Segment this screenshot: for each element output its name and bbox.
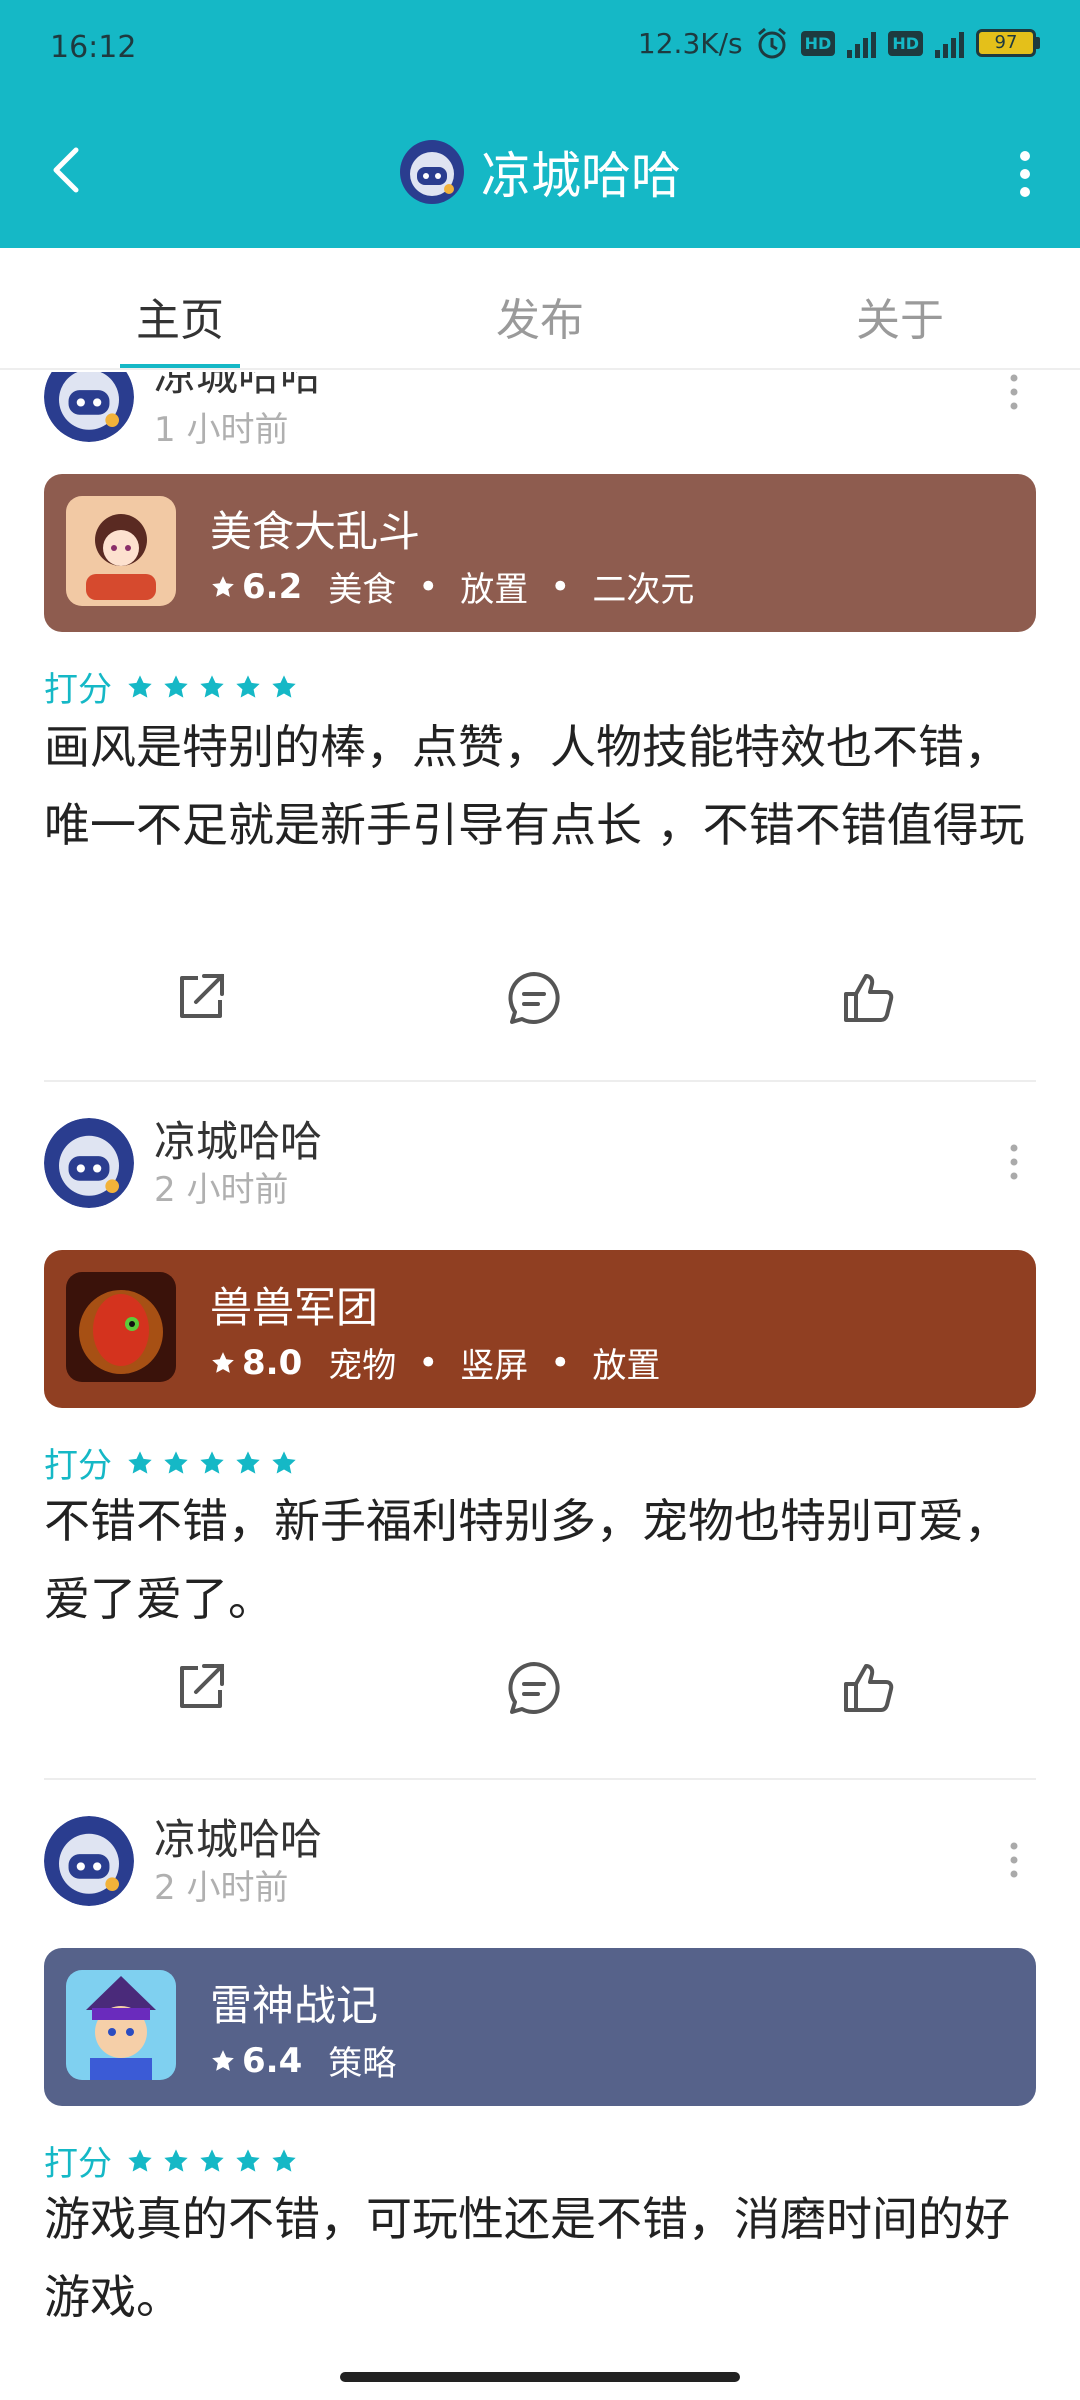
alarm-icon: [757, 27, 786, 59]
post-item: 凉城哈哈 2 小时前 雷神战记 6.4 策略 打分 游戏真的不错，可玩性还是不错…: [44, 1780, 1036, 2340]
net-speed: 12.3K/s: [637, 26, 743, 60]
game-score: 8.0: [242, 1342, 303, 1383]
game-icon: [66, 1272, 176, 1382]
like-icon[interactable]: [838, 968, 898, 1028]
game-score: 6.4: [242, 2040, 303, 2081]
tab-bar: 主页 发布 关于: [0, 248, 1080, 370]
comment-text: 游戏真的不错，可玩性还是不错，消磨时间的好游戏。: [44, 2192, 1010, 2324]
comment-text: 不错不错，新手福利特别多，宠物也特别可爱，爱了爱了。: [44, 1494, 1010, 1626]
hd-badge: HD: [800, 30, 836, 56]
share-icon[interactable]: [170, 968, 230, 1028]
rating-stars: [126, 673, 298, 701]
score-star-icon: [212, 575, 234, 597]
rating-stars: [126, 2147, 298, 2175]
post-item: 凉城哈哈 2 小时前 兽兽军团 8.0 宠物 • 竖屏 • 放置 打分 不错不错…: [44, 1082, 1036, 1782]
star-icon: [272, 2148, 296, 2172]
feed-list: 凉城哈哈 1 小时前 美食大乱斗 6.2 美食 • 放置 • 二次元 打分 画风…: [0, 372, 1080, 2342]
tab-about[interactable]: 关于: [720, 248, 1080, 368]
game-tag: 策略: [328, 2044, 397, 2084]
status-time: 16:12: [50, 30, 137, 65]
more-options-icon[interactable]: [1010, 144, 1040, 204]
star-icon: [200, 2148, 224, 2172]
game-icon: [66, 496, 176, 606]
score-star-icon: [212, 1351, 234, 1373]
star-icon: [200, 1450, 224, 1474]
app-bar: 凉城哈哈: [0, 100, 1080, 248]
home-indicator[interactable]: [340, 2372, 740, 2382]
score-star-icon: [212, 2049, 234, 2071]
user-name[interactable]: 凉城哈哈: [154, 372, 322, 403]
game-tag: 放置: [592, 1346, 661, 1386]
comment-icon[interactable]: [504, 1658, 564, 1718]
game-tag: 放置: [460, 570, 529, 610]
star-icon: [200, 674, 224, 698]
star-icon: [272, 1450, 296, 1474]
signal-icon: [847, 28, 877, 58]
post-actions: [44, 1658, 1036, 1728]
game-tag: 宠物: [328, 1346, 397, 1386]
game-card[interactable]: 雷神战记 6.4 策略: [44, 1948, 1036, 2106]
star-icon: [164, 2148, 188, 2172]
post-more-icon[interactable]: [1004, 372, 1024, 412]
game-score: 6.2: [242, 566, 303, 607]
tab-home[interactable]: 主页: [0, 248, 360, 368]
post-actions: [44, 968, 1036, 1038]
game-tag: 二次元: [592, 570, 695, 610]
post-time: 2 小时前: [154, 1170, 289, 1210]
status-bar: 16:12 12.3K/s HD HD 97: [0, 0, 1080, 100]
post-time: 2 小时前: [154, 1868, 289, 1908]
star-icon: [128, 674, 152, 698]
comment-icon[interactable]: [504, 968, 564, 1028]
post-time: 1 小时前: [154, 410, 289, 450]
rating-label: 打分: [44, 670, 112, 710]
star-icon: [164, 1450, 188, 1474]
rating-stars: [126, 1449, 298, 1477]
page-title: 凉城哈哈: [481, 147, 681, 205]
comment-text: 画风是特别的棒，点赞，人物技能特效也不错，唯一不足就是新手引导有点长 ，不错不错…: [44, 720, 1025, 852]
game-icon: [66, 1970, 176, 2080]
rating-label: 打分: [44, 2144, 112, 2184]
rating-row: 打分: [44, 1438, 298, 1487]
user-avatar[interactable]: [44, 372, 134, 442]
rating-row: 打分: [44, 662, 298, 711]
game-card[interactable]: 兽兽军团 8.0 宠物 • 竖屏 • 放置: [44, 1250, 1036, 1408]
battery-icon: 97: [976, 29, 1040, 57]
signal-icon-2: [935, 28, 964, 58]
user-avatar[interactable]: [44, 1118, 134, 1208]
game-tag: 美食: [328, 570, 397, 610]
user-name[interactable]: 凉城哈哈: [154, 1108, 322, 1169]
hd-badge-2: HD: [888, 30, 923, 56]
game-name: 兽兽军团: [210, 1283, 379, 1332]
app-header: 16:12 12.3K/s HD HD 97 凉城哈哈: [0, 0, 1080, 248]
star-icon: [236, 1450, 260, 1474]
share-icon[interactable]: [170, 1658, 230, 1718]
star-icon: [272, 674, 296, 698]
rating-row: 打分: [44, 2136, 298, 2185]
star-icon: [236, 674, 260, 698]
like-icon[interactable]: [838, 1658, 898, 1718]
game-name: 美食大乱斗: [210, 507, 421, 556]
user-avatar[interactable]: [44, 1816, 134, 1906]
star-icon: [236, 2148, 260, 2172]
user-name[interactable]: 凉城哈哈: [154, 1806, 322, 1867]
post-more-icon[interactable]: [1004, 1840, 1024, 1880]
rating-label: 打分: [44, 1446, 112, 1486]
post-more-icon[interactable]: [1004, 1142, 1024, 1182]
game-name: 雷神战记: [210, 1981, 379, 2030]
app-logo-icon: [400, 140, 464, 204]
game-tag: 竖屏: [460, 1346, 529, 1386]
post-item: 凉城哈哈 1 小时前 美食大乱斗 6.2 美食 • 放置 • 二次元 打分 画风…: [44, 372, 1036, 1082]
game-card[interactable]: 美食大乱斗 6.2 美食 • 放置 • 二次元: [44, 474, 1036, 632]
star-icon: [164, 674, 188, 698]
tab-publish[interactable]: 发布: [360, 248, 720, 368]
star-icon: [128, 2148, 152, 2172]
star-icon: [128, 1450, 152, 1474]
